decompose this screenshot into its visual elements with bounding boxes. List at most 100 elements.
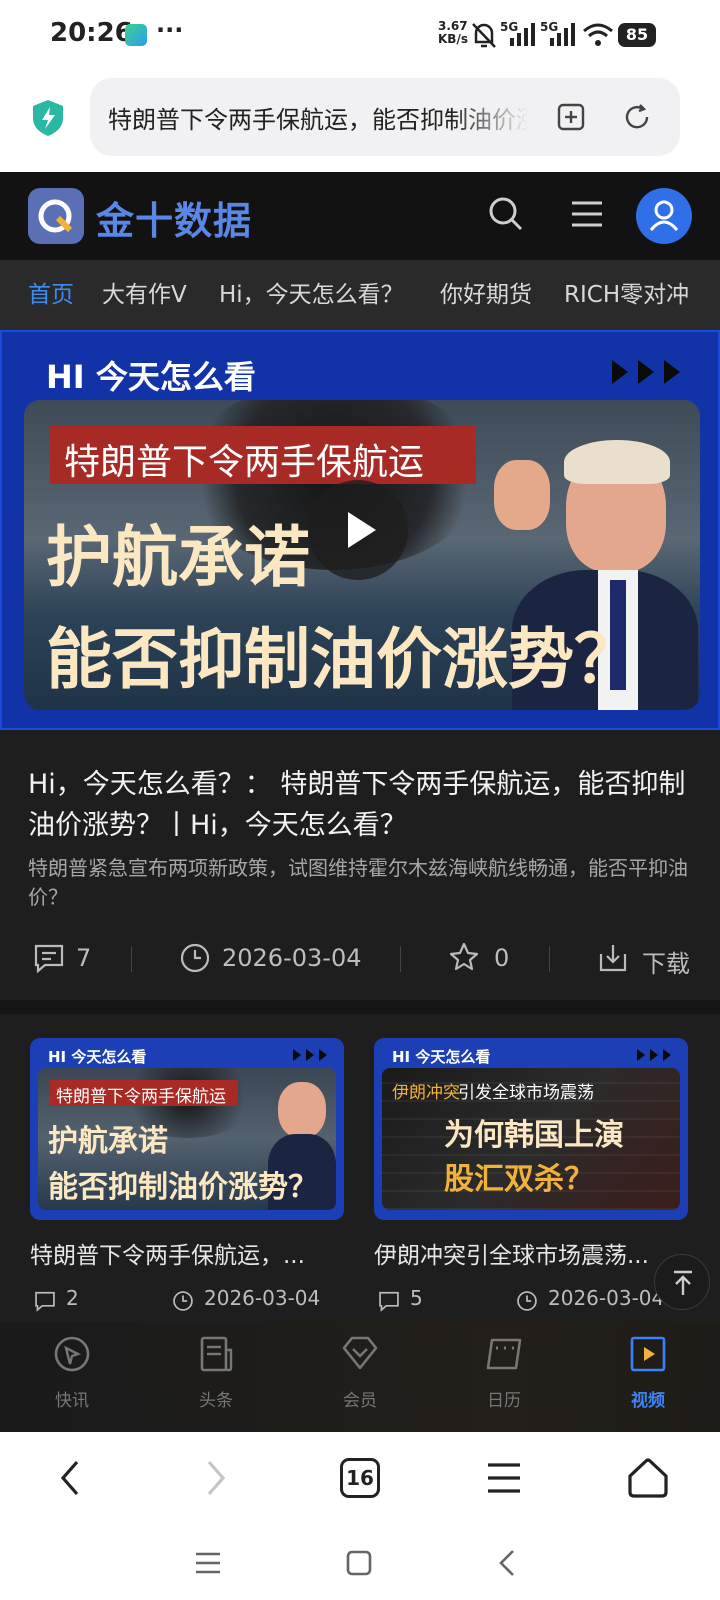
- mute-bell-icon: [472, 23, 496, 48]
- card-red-title: 特朗普下令两手保航运: [56, 1087, 226, 1107]
- back-icon[interactable]: [56, 1458, 86, 1498]
- tab-nihao-futures[interactable]: 你好期货: [440, 260, 532, 330]
- browser-address-area: 特朗普下令两手保航运，能否抑制油价涨势？: [0, 70, 720, 172]
- address-field[interactable]: 特朗普下令两手保航运，能否抑制油价涨势？: [90, 78, 680, 156]
- signal-1-icon: [510, 23, 535, 46]
- nav-calendar[interactable]: 日历: [432, 1322, 576, 1432]
- tab-rich[interactable]: RICH零对冲: [564, 260, 689, 330]
- card-image: 特朗普下令两手保航运 护航承诺 能否抑制油价涨势？: [38, 1068, 336, 1210]
- battery-indicator: 85: [618, 23, 656, 47]
- calendar-icon: [486, 1338, 522, 1370]
- clock-icon: [173, 1291, 193, 1311]
- video-card-thumbnail[interactable]: HI 今天怎么看 伊朗冲突 引发全球市场震荡 为何韩国上演 股汇双杀？: [374, 1038, 688, 1220]
- card-date: 2026-03-04: [548, 1286, 665, 1310]
- download-label[interactable]: 下载: [642, 944, 690, 979]
- web-content: 金十数据 首页 大有作V Hi，今天怎么看？ 你好期货 RICH零对冲 HI 今…: [0, 172, 720, 1432]
- address-text: 特朗普下令两手保航运，能否抑制油价涨势？: [108, 106, 528, 134]
- menu-icon[interactable]: [486, 1460, 522, 1496]
- section-separator: [0, 1000, 720, 1014]
- nav-calendar-label: 日历: [487, 1391, 521, 1411]
- nav-headline-label: 头条: [199, 1391, 233, 1411]
- nav-video-label: 视频: [631, 1391, 665, 1411]
- arrows-decoration-icon: [637, 1049, 671, 1061]
- nav-video[interactable]: 视频: [576, 1322, 720, 1432]
- clock: 20:26: [50, 18, 133, 48]
- video-icon: [630, 1336, 666, 1372]
- article-info: Hi，今天怎么看？： 特朗普下令两手保航运，能否抑制油价涨势？丨Hi，今天怎么看…: [0, 730, 720, 1000]
- arrow-up-icon: [674, 1270, 692, 1295]
- clock-icon: [517, 1291, 537, 1311]
- related-videos: HI 今天怎么看 特朗普下令两手保航运 护航承诺 能否抑制油价涨势？ 特朗普下令…: [0, 1014, 720, 1314]
- nav-vip-label: 会员: [343, 1391, 377, 1411]
- bookmark-add-icon[interactable]: [556, 102, 586, 132]
- menu-icon[interactable]: [570, 198, 604, 230]
- play-button[interactable]: [308, 480, 408, 580]
- tab-home[interactable]: 首页: [28, 260, 74, 330]
- back-to-top-button[interactable]: [654, 1254, 710, 1310]
- app-notification-icon: [125, 24, 147, 46]
- card-big-line-1: 护航承诺: [48, 1124, 168, 1159]
- headline-icon: [200, 1336, 233, 1372]
- card-big-line-1: 为何韩国上演: [444, 1118, 624, 1153]
- comment-icon: [35, 1291, 55, 1312]
- category-tabs: 首页 大有作V Hi，今天怎么看？ 你好期货 RICH零对冲: [0, 260, 720, 330]
- search-icon[interactable]: [486, 194, 526, 234]
- site-logo-icon[interactable]: [28, 188, 84, 244]
- nav-flash-label: 快讯: [55, 1391, 89, 1411]
- site-header: 金十数据: [0, 172, 720, 260]
- card-comment-count: 2: [66, 1286, 79, 1310]
- refresh-icon[interactable]: [622, 102, 652, 132]
- system-back-icon[interactable]: [496, 1548, 518, 1578]
- tab-hi-today[interactable]: Hi，今天怎么看？: [219, 260, 404, 330]
- hero-video[interactable]: HI 今天怎么看 特朗普下令两手保航运 护航承诺 能否抑制油价涨势？: [0, 330, 720, 730]
- wifi-icon: [583, 23, 613, 46]
- home-square-icon[interactable]: [346, 1550, 372, 1576]
- hero-big-line-1: 护航承诺: [46, 518, 310, 596]
- article-title[interactable]: Hi，今天怎么看？： 特朗普下令两手保航运，能否抑制油价涨势？丨Hi，今天怎么看…: [28, 764, 692, 846]
- card-image: 伊朗冲突 引发全球市场震荡 为何韩国上演 股汇双杀？: [382, 1068, 680, 1210]
- publish-date: 2026-03-04: [222, 944, 362, 972]
- more-notifications: ···: [156, 16, 184, 44]
- nav-vip[interactable]: 会员: [288, 1322, 432, 1432]
- vip-icon: [342, 1336, 378, 1370]
- recent-apps-icon[interactable]: [194, 1550, 222, 1576]
- divider: [400, 946, 401, 972]
- article-description: 特朗普紧急宣布两项新政策，试图维持霍尔木兹海峡航线畅通，能否平抑油价？: [28, 856, 688, 909]
- nav-headline[interactable]: 头条: [144, 1322, 288, 1432]
- comment-icon[interactable]: [33, 943, 65, 973]
- card-top-orange: 伊朗冲突: [392, 1083, 460, 1103]
- divider: [131, 946, 132, 972]
- card-title[interactable]: 伊朗冲突引全球市场震荡...: [374, 1236, 664, 1272]
- user-avatar-icon[interactable]: [636, 188, 692, 244]
- video-card-thumbnail[interactable]: HI 今天怎么看 特朗普下令两手保航运 护航承诺 能否抑制油价涨势？: [30, 1038, 344, 1220]
- security-shield-icon[interactable]: [30, 98, 66, 138]
- hero-tag: HI 今天怎么看: [46, 358, 256, 396]
- hero-big-line-2: 能否抑制油价涨势？: [46, 620, 640, 698]
- arrows-decoration-icon: [612, 360, 680, 384]
- signal-2-icon: [550, 23, 575, 46]
- divider: [549, 946, 550, 972]
- site-bottom-nav: 快讯 头条 会员 日历 视频: [0, 1322, 720, 1432]
- system-navigation-bar: [0, 1532, 720, 1600]
- comment-count: 7: [76, 944, 92, 972]
- card-date: 2026-03-04: [204, 1286, 321, 1310]
- download-icon[interactable]: [597, 942, 629, 974]
- site-logo-text[interactable]: 金十数据: [96, 190, 252, 245]
- home-icon[interactable]: [626, 1456, 670, 1500]
- arrows-decoration-icon: [293, 1049, 327, 1061]
- forward-icon[interactable]: [200, 1458, 230, 1498]
- comment-icon: [379, 1291, 399, 1312]
- card-title[interactable]: 特朗普下令两手保航运，...: [30, 1236, 344, 1272]
- star-icon[interactable]: [448, 941, 480, 973]
- card-top-white: 引发全球市场震荡: [458, 1083, 594, 1103]
- nav-flash[interactable]: 快讯: [0, 1322, 144, 1432]
- hero-red-title: 特朗普下令两手保航运: [64, 442, 425, 483]
- tab-dayouzuo[interactable]: 大有作V: [102, 260, 187, 330]
- play-icon: [348, 512, 376, 548]
- flash-news-icon: [54, 1336, 90, 1372]
- status-bar: 20:26 ··· 3.67 KB/s 5G 5G 85: [0, 0, 720, 70]
- card-big-line-2: 能否抑制油价涨势？: [48, 1170, 318, 1205]
- card-tag: HI 今天怎么看: [392, 1048, 491, 1066]
- tabs-count-button[interactable]: 16: [340, 1458, 380, 1498]
- card-big-line-2: 股汇双杀？: [444, 1162, 594, 1197]
